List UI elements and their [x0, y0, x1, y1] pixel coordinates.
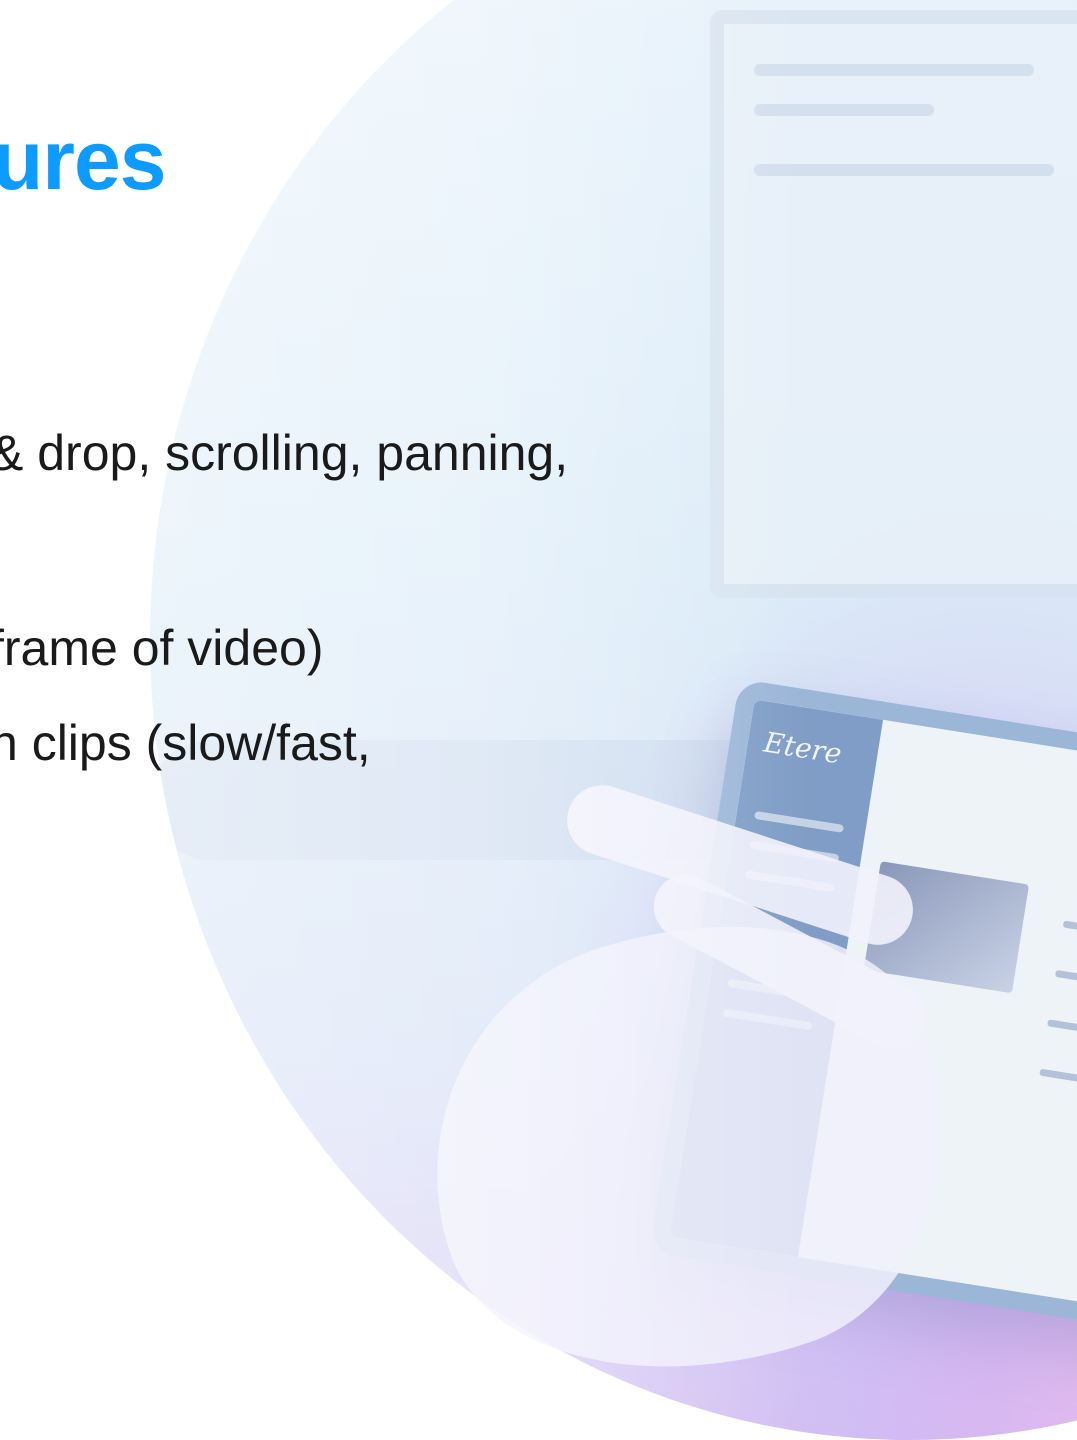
bullet-line-1: & drop, scrolling, panning,: [0, 425, 569, 481]
slide: Etere ures & drop, scrolling, panning, f…: [0, 0, 1077, 1440]
bullet-line-3: n clips (slow/fast,: [0, 715, 371, 771]
slide-title: ures: [0, 113, 166, 207]
background-monitor: [710, 10, 1077, 598]
bullet-line-2: frame of video): [0, 620, 324, 676]
tablet-brand-logo: Etere: [761, 725, 844, 771]
